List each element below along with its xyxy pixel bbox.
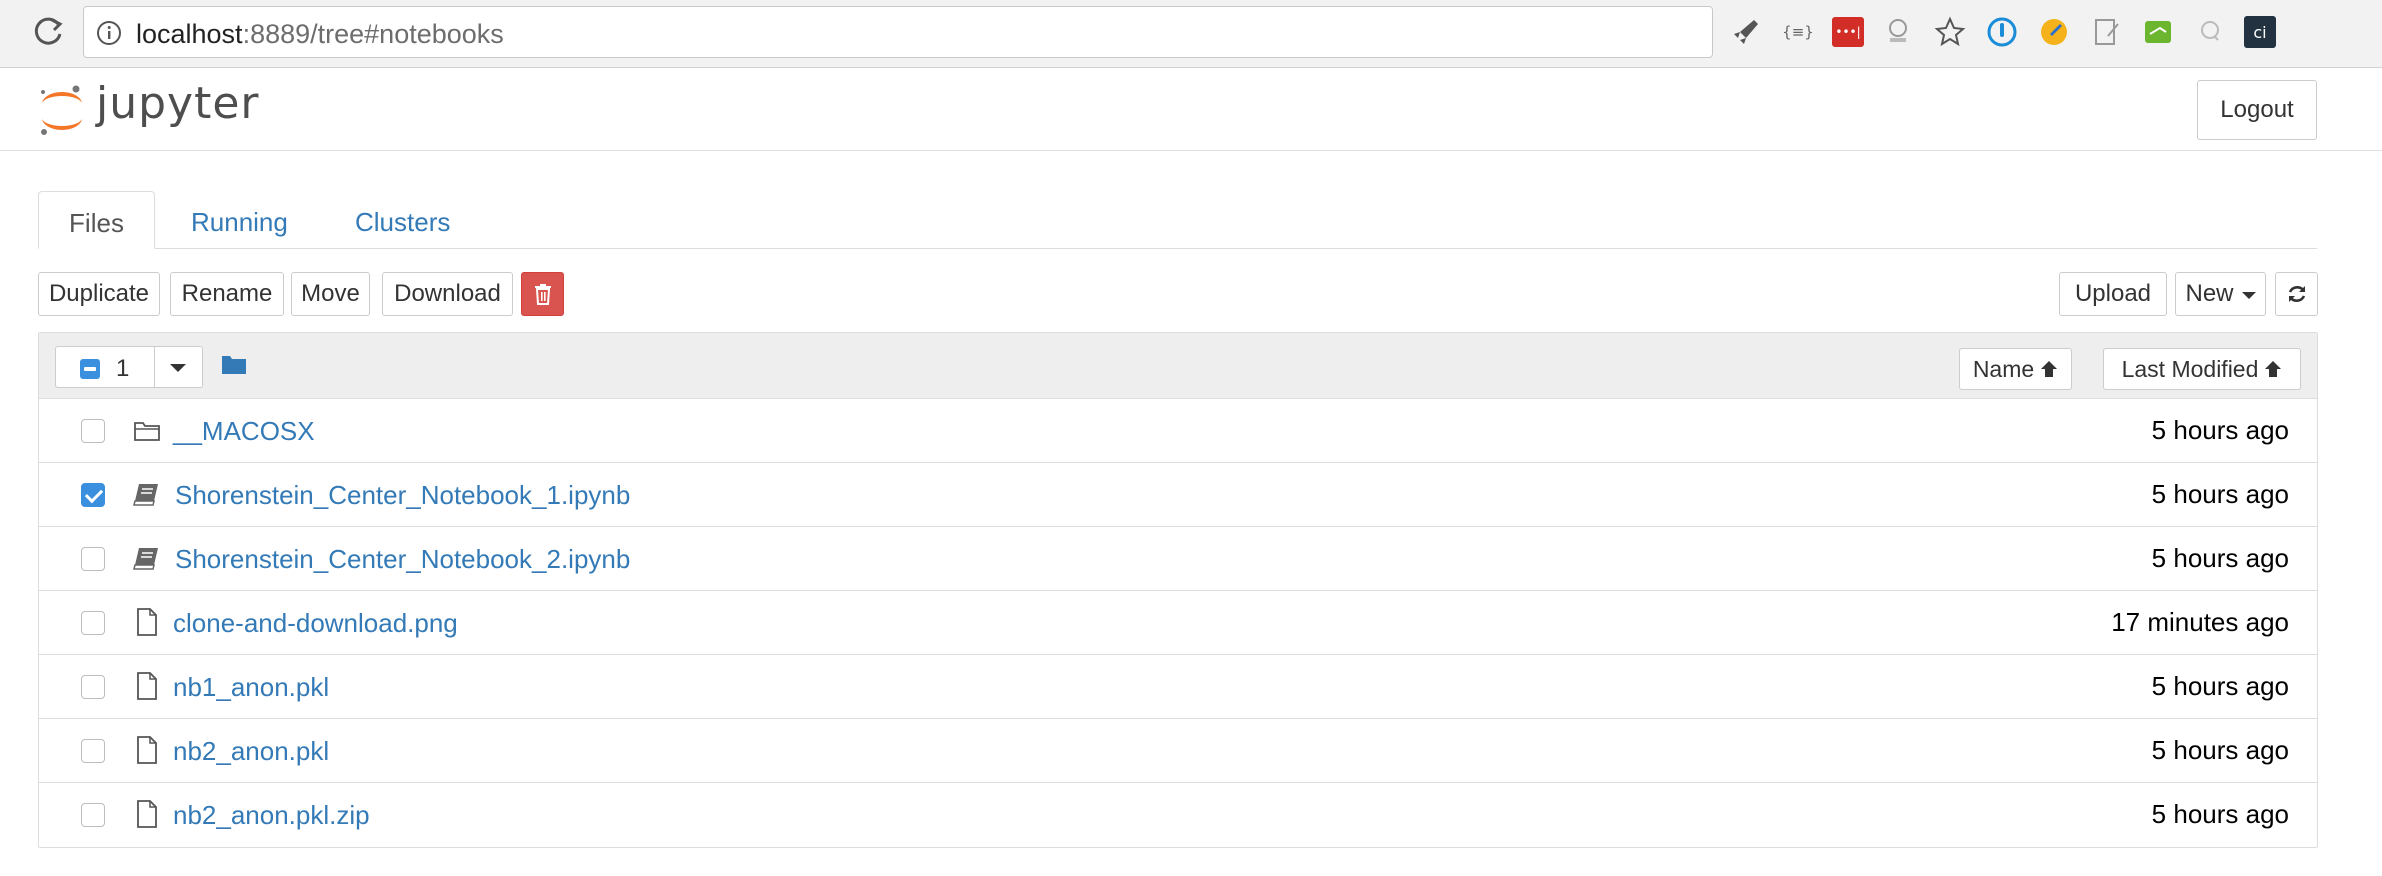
- lastpass-icon[interactable]: •••|: [1832, 17, 1864, 47]
- jupyter-logo-icon[interactable]: [36, 82, 88, 138]
- file-link[interactable]: __MACOSX: [173, 416, 315, 447]
- star-icon[interactable]: [1932, 14, 1968, 50]
- logout-button[interactable]: Logout: [2197, 80, 2317, 140]
- last-modified: 5 hours ago: [2151, 479, 2289, 509]
- last-modified: 5 hours ago: [2151, 735, 2289, 765]
- row-checkbox[interactable]: [81, 483, 105, 507]
- row-checkbox[interactable]: [81, 803, 105, 827]
- file-list-header: 1 Name Last Modified: [39, 333, 2317, 399]
- refresh-button[interactable]: [2275, 272, 2318, 316]
- jupyter-header: jupyter Logout: [0, 68, 2382, 151]
- extension-bar: {≡} •••| ci: [1728, 12, 2276, 52]
- sort-by-name-button[interactable]: Name: [1959, 348, 2072, 390]
- file-link[interactable]: nb1_anon.pkl: [173, 672, 329, 703]
- sort-modified-label: Last Modified: [2121, 355, 2259, 382]
- last-modified: 17 minutes ago: [2111, 607, 2289, 637]
- list-item[interactable]: clone-and-download.png 17 minutes ago: [39, 591, 2317, 655]
- onepassword-icon[interactable]: [1984, 14, 2020, 50]
- delete-button[interactable]: [521, 272, 564, 316]
- last-modified: 5 hours ago: [2151, 671, 2289, 701]
- refresh-icon: [2288, 286, 2305, 302]
- list-item[interactable]: __MACOSX 5 hours ago: [39, 399, 2317, 463]
- folder-icon: [134, 422, 160, 441]
- file-icon: [137, 736, 157, 764]
- ci-icon[interactable]: ci: [2244, 16, 2276, 48]
- row-checkbox[interactable]: [81, 547, 105, 571]
- file-link[interactable]: Shorenstein_Center_Notebook_2.ipynb: [175, 544, 630, 575]
- duplicate-button[interactable]: Duplicate: [38, 272, 160, 316]
- last-modified: 5 hours ago: [2151, 415, 2289, 445]
- last-modified: 5 hours ago: [2151, 799, 2289, 829]
- caret-down-icon: [2241, 291, 2256, 299]
- row-checkbox[interactable]: [81, 419, 105, 443]
- trash-icon: [534, 284, 551, 305]
- tab-clusters[interactable]: Clusters: [355, 191, 450, 249]
- move-button[interactable]: Move: [291, 272, 370, 316]
- extension-icon[interactable]: [1880, 14, 1916, 50]
- row-checkbox[interactable]: [81, 611, 105, 635]
- file-icon: [137, 800, 157, 828]
- file-link[interactable]: nb2_anon.pkl.zip: [173, 800, 370, 831]
- info-icon[interactable]: [96, 20, 122, 46]
- select-divider: [154, 347, 155, 387]
- notes-icon[interactable]: [2088, 14, 2124, 50]
- braces-icon[interactable]: {≡}: [1780, 14, 1816, 50]
- browser-toolbar: localhost:8889/tree#notebooks {≡} •••| c…: [0, 0, 2382, 68]
- new-button-label: New: [2185, 280, 2234, 307]
- sort-name-label: Name: [1972, 355, 2035, 382]
- list-item[interactable]: nb1_anon.pkl 5 hours ago: [39, 655, 2317, 719]
- sort-by-last-modified-button[interactable]: Last Modified: [2103, 348, 2301, 390]
- file-link[interactable]: Shorenstein_Center_Notebook_1.ipynb: [175, 480, 630, 511]
- select-all-group[interactable]: 1: [55, 346, 203, 388]
- selected-count: 1: [116, 355, 130, 382]
- tab-running[interactable]: Running: [191, 191, 288, 249]
- list-item[interactable]: Shorenstein_Center_Notebook_1.ipynb 5 ho…: [39, 463, 2317, 527]
- select-menu-caret-icon[interactable]: [170, 364, 186, 372]
- upload-button[interactable]: Upload: [2059, 272, 2167, 316]
- last-modified: 5 hours ago: [2151, 543, 2289, 573]
- tab-bar: Files Running Clusters: [38, 191, 2317, 249]
- arrow-up-icon: [2041, 361, 2058, 377]
- address-bar[interactable]: localhost:8889/tree#notebooks: [83, 6, 1713, 58]
- rocket-color-icon[interactable]: [2036, 14, 2072, 50]
- rocket-icon[interactable]: [1728, 14, 1764, 50]
- row-checkbox[interactable]: [81, 739, 105, 763]
- arrow-up-icon: [2265, 361, 2282, 377]
- jupyter-logo-text[interactable]: jupyter: [96, 78, 260, 129]
- chat-icon[interactable]: [2192, 14, 2228, 50]
- file-link[interactable]: nb2_anon.pkl: [173, 736, 329, 767]
- reload-icon[interactable]: [28, 12, 68, 52]
- folder-icon[interactable]: [221, 353, 247, 375]
- evernote-icon[interactable]: [2140, 14, 2176, 50]
- file-list: 1 Name Last Modified __MACOSX 5 hours ag…: [38, 332, 2318, 848]
- notebook-icon: [133, 484, 158, 506]
- download-button[interactable]: Download: [382, 272, 513, 316]
- file-link[interactable]: clone-and-download.png: [173, 608, 458, 639]
- list-item[interactable]: nb2_anon.pkl.zip 5 hours ago: [39, 783, 2317, 847]
- file-icon: [137, 608, 157, 636]
- notebook-icon: [133, 548, 158, 570]
- rename-button[interactable]: Rename: [170, 272, 284, 316]
- list-item[interactable]: Shorenstein_Center_Notebook_2.ipynb 5 ho…: [39, 527, 2317, 591]
- select-all-checkbox[interactable]: [80, 359, 100, 379]
- url-text[interactable]: localhost:8889/tree#notebooks: [136, 19, 504, 50]
- file-icon: [137, 672, 157, 700]
- url-path: :8889/tree#notebooks: [242, 19, 504, 49]
- tab-files[interactable]: Files: [38, 191, 155, 249]
- list-item[interactable]: nb2_anon.pkl 5 hours ago: [39, 719, 2317, 783]
- url-host: localhost: [136, 19, 243, 49]
- row-checkbox[interactable]: [81, 675, 105, 699]
- new-dropdown-button[interactable]: New: [2175, 272, 2266, 316]
